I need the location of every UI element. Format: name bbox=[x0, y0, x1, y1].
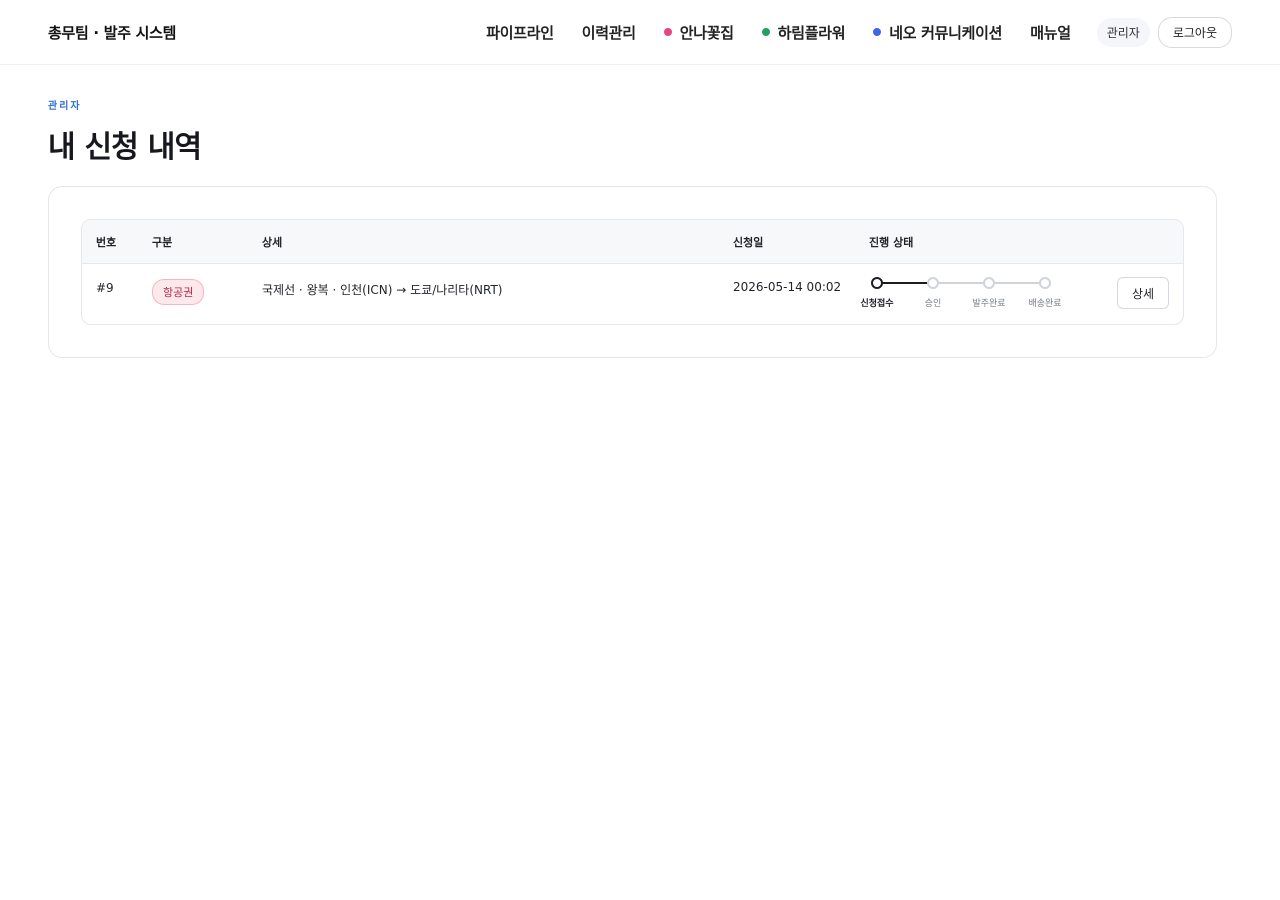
step-label: 발주완료 bbox=[972, 299, 1006, 309]
category-tag: 항공권 bbox=[152, 279, 205, 305]
request-number: #9 bbox=[96, 281, 114, 295]
nav-item-label: 네오 커뮤니케이션 bbox=[889, 23, 1003, 42]
logout-button[interactable]: 로그아웃 bbox=[1157, 16, 1232, 48]
stepper-line-done bbox=[876, 282, 933, 284]
step-node-current bbox=[871, 277, 883, 289]
nav-item-label: 하림플라워 bbox=[777, 23, 846, 42]
nav-item-manual[interactable]: 매뉴얼 bbox=[1030, 22, 1071, 43]
vendor-dot-icon bbox=[761, 28, 770, 36]
vendor-dot-icon bbox=[873, 28, 882, 36]
app-brand[interactable]: 총무팀 · 발주 시스템 bbox=[48, 22, 176, 43]
top-navigation-bar: 총무팀 · 발주 시스템 파이프라인 이력관리 안나꽃집 하림플라워 네오 커뮤… bbox=[0, 0, 1280, 65]
nav-item-vendor-harim[interactable]: 하림플라워 bbox=[761, 22, 846, 43]
column-header-category: 구분 bbox=[152, 236, 173, 249]
step-label: 배송완료 bbox=[1028, 299, 1062, 309]
nav-item-vendor-neo[interactable]: 네오 커뮤니케이션 bbox=[873, 22, 1002, 43]
page-title: 내 신청 내역 bbox=[48, 130, 202, 165]
column-header-detail: 상세 bbox=[262, 236, 283, 249]
table-header: 번호 구분 상세 신청일 진행 상태 bbox=[82, 220, 1183, 264]
nav-item-history[interactable]: 이력관리 bbox=[582, 22, 636, 43]
nav-item-label: 파이프라인 bbox=[486, 23, 554, 42]
column-header-date: 신청일 bbox=[733, 236, 764, 249]
nav-item-label: 이력관리 bbox=[581, 23, 636, 42]
progress-stepper: 신청접수 승인 발주완료 배송완료 bbox=[860, 274, 1094, 318]
table-row[interactable]: #9 항공권 국제선 · 왕복 · 인천(ICN) → 도쿄/나리타(NRT) … bbox=[82, 264, 1183, 324]
detail-button[interactable]: 상세 bbox=[1117, 277, 1169, 309]
requests-table: 번호 구분 상세 신청일 진행 상태 #9 항공권 국제선 · 왕복 · 인천(… bbox=[81, 219, 1184, 325]
request-date: 2026-05-14 00:02 bbox=[733, 280, 842, 294]
nav-item-label: 안나꽃집 bbox=[679, 23, 734, 42]
main-nav: 파이프라인 이력관리 안나꽃집 하림플라워 네오 커뮤니케이션 매뉴얼 관리자 … bbox=[486, 16, 1232, 48]
step-label-current: 신청접수 bbox=[860, 299, 894, 309]
vendor-dot-icon bbox=[663, 28, 672, 36]
step-node bbox=[1039, 277, 1051, 289]
step-label: 승인 bbox=[924, 299, 942, 309]
nav-item-vendor-anna[interactable]: 안나꽃집 bbox=[663, 22, 734, 43]
page-eyebrow: 관리자 bbox=[48, 101, 82, 112]
column-header-status: 진행 상태 bbox=[869, 236, 914, 249]
nav-item-pipeline[interactable]: 파이프라인 bbox=[486, 22, 554, 43]
step-node bbox=[983, 277, 995, 289]
nav-item-label: 매뉴얼 bbox=[1030, 23, 1071, 42]
role-badge: 관리자 bbox=[1096, 17, 1150, 47]
request-detail: 국제선 · 왕복 · 인천(ICN) → 도쿄/나리타(NRT) bbox=[262, 283, 503, 297]
requests-card: 번호 구분 상세 신청일 진행 상태 #9 항공권 국제선 · 왕복 · 인천(… bbox=[48, 186, 1217, 358]
column-header-number: 번호 bbox=[96, 236, 117, 249]
step-node bbox=[927, 277, 939, 289]
